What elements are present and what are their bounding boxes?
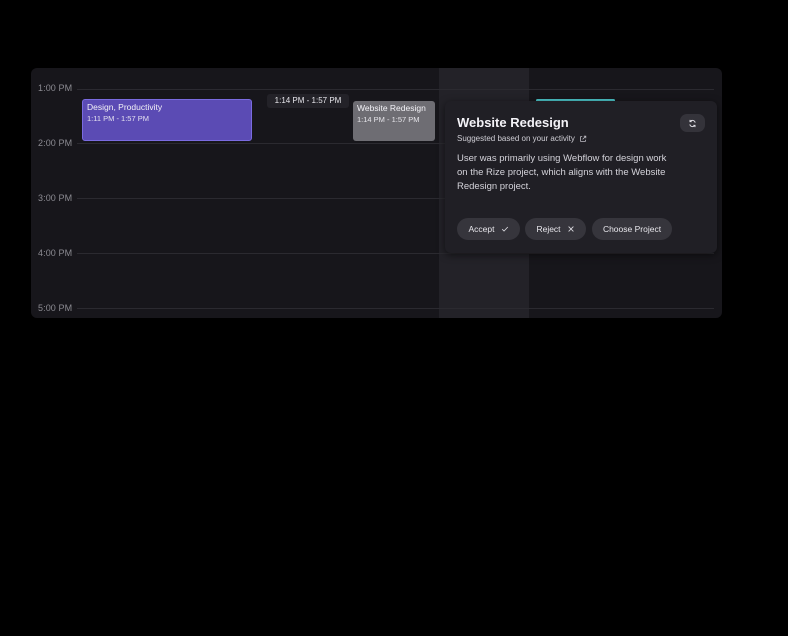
event-time: 1:11 PM - 1:57 PM [87,114,149,123]
suggestion-subtitle[interactable]: Suggested based on your activity [457,134,587,143]
event-design-productivity[interactable]: Design, Productivity 1:11 PM - 1:57 PM [82,99,252,141]
external-link-icon [580,135,587,142]
hour-label-4pm: 4:00 PM [38,248,73,258]
hour-label-3pm: 3:00 PM [38,193,73,203]
hour-label-5pm: 5:00 PM [38,303,73,313]
hour-line-1pm [77,89,714,90]
hour-label-1pm: 1:00 PM [38,83,73,93]
hover-time-tooltip: 1:14 PM - 1:57 PM [267,94,349,108]
event-time: 1:14 PM - 1:57 PM [357,115,420,124]
choose-project-label: Choose Project [602,224,662,234]
close-icon [567,226,574,232]
suggestion-description: User was primarily using Webflow for des… [457,153,667,192]
suggestion-subtitle-text: Suggested based on your activity [457,134,575,143]
hour-line-4pm [77,253,714,254]
choose-project-button[interactable]: Choose Project [592,218,672,240]
accept-label: Accept [468,224,495,234]
suggestion-popup: Website Redesign Suggested based on your… [445,101,717,253]
suggestion-title: Website Redesign [457,115,569,130]
refresh-icon [689,119,696,127]
hour-label-2pm: 2:00 PM [38,138,73,148]
check-icon [501,226,508,232]
event-title: Design, Productivity [87,102,163,112]
refresh-button[interactable] [680,114,705,132]
event-title: Website Redesign [357,103,426,113]
reject-button[interactable]: Reject [525,218,586,240]
event-website-redesign[interactable]: Website Redesign 1:14 PM - 1:57 PM [353,101,435,141]
reject-label: Reject [536,224,561,234]
accept-button[interactable]: Accept [457,218,520,240]
hour-line-5pm [77,308,714,309]
